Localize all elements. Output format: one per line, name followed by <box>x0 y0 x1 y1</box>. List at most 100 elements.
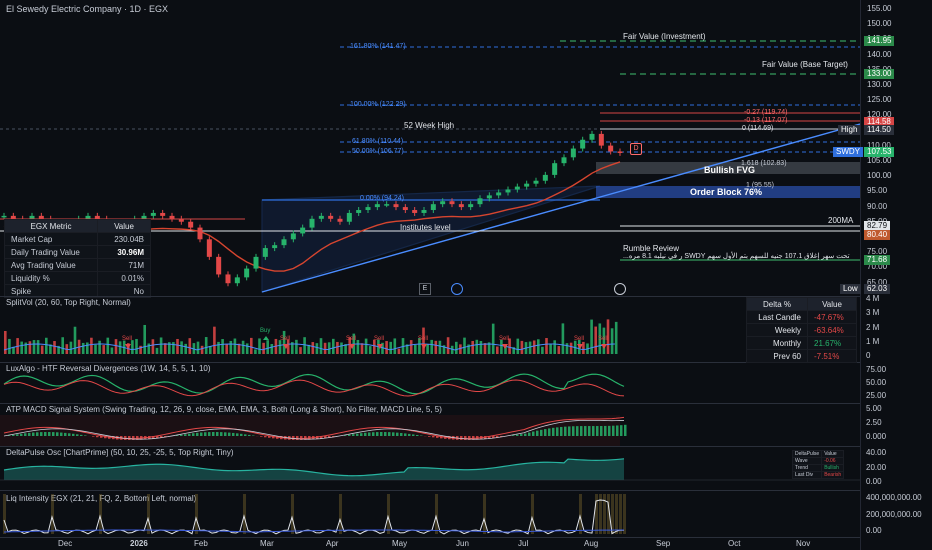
time-label: Jun <box>456 539 469 548</box>
macd-histogram-bar <box>60 432 63 436</box>
volume-bar <box>225 344 228 354</box>
splitvol-chart[interactable]: Sell Buy Sell Sell Sell Sell Sell Sell Sell <box>0 296 860 362</box>
tag-fair-base: 133.00 <box>864 69 895 79</box>
candle <box>244 268 250 278</box>
macd-histogram-bar <box>524 433 527 436</box>
candle <box>234 277 240 284</box>
deltapulse-chart[interactable] <box>0 446 860 490</box>
candle <box>617 151 623 153</box>
lux-axis-label: 75.00 <box>866 365 887 374</box>
volume-bar <box>434 340 438 354</box>
volume-bar <box>135 338 138 354</box>
candle <box>169 215 175 219</box>
candle <box>505 189 511 193</box>
price-axis-label: 95.00 <box>867 186 888 196</box>
volume-bar <box>532 340 536 354</box>
volume-bar <box>172 342 175 354</box>
macd-histogram-bar <box>72 433 75 436</box>
macd-histogram-bar <box>52 432 55 436</box>
candle <box>150 212 156 216</box>
tag-high-label: High <box>838 125 861 135</box>
tag-rumble: 71.68 <box>864 255 891 265</box>
delta-row-label: Weekly <box>746 323 808 337</box>
dp-axis-label: 40.00 <box>866 448 887 457</box>
tag-low: 62.03 <box>864 284 891 294</box>
macd-histogram-bar <box>616 425 619 436</box>
time-axis[interactable]: Dec 2026 Feb Mar Apr May Jun Jul Aug Sep… <box>0 537 860 550</box>
rumble-text: ...ر في نيلبه 8.1 مره SWDY تحت سهر إغلاق… <box>623 253 850 260</box>
split-marker-icon[interactable] <box>614 283 626 295</box>
macd-histogram-bar <box>208 432 211 436</box>
volume-bar <box>278 340 282 354</box>
volume-bar <box>565 343 569 354</box>
macd-histogram-bar <box>372 432 375 436</box>
liq-highlight-band <box>147 494 150 534</box>
volume-bar <box>475 339 479 354</box>
dp-axis-label: 20.00 <box>866 463 887 472</box>
volume-bar <box>545 338 548 354</box>
sell-signal-label: Sell <box>574 336 584 342</box>
volume-bar <box>90 337 93 354</box>
candle <box>225 274 231 284</box>
time-label: Sep <box>656 539 671 548</box>
macd-histogram-bar <box>248 434 251 436</box>
volume-bar <box>213 326 216 354</box>
volume-bar <box>20 341 23 354</box>
macd-histogram-bar <box>184 434 187 436</box>
volume-bar <box>307 344 310 354</box>
volume-bar <box>446 337 450 354</box>
dividend-marker-icon[interactable] <box>451 283 463 295</box>
macd-histogram-bar <box>392 432 395 436</box>
macd-chart[interactable] <box>0 403 860 446</box>
fib-neg27-label: -0.27 (119.74) <box>744 109 788 116</box>
macd-histogram-bar <box>620 425 623 436</box>
volume-bar <box>28 341 32 354</box>
candle <box>430 204 436 211</box>
earnings-marker[interactable]: E <box>419 283 431 295</box>
price-axis-label: 100.00 <box>867 171 892 181</box>
volume-bar <box>147 343 151 354</box>
macd-histogram-bar <box>80 434 83 436</box>
macd-histogram-bar <box>608 425 611 436</box>
volume-bar <box>270 344 274 354</box>
volume-bar <box>200 345 204 354</box>
volume-bar <box>385 341 388 354</box>
candle <box>160 212 166 216</box>
macd-histogram-bar <box>416 434 419 436</box>
macd-histogram-bar <box>20 433 23 436</box>
macd-histogram-bar <box>240 433 243 436</box>
tag-high: 114.50 <box>864 125 894 135</box>
price-axis-label: 105.00 <box>867 156 892 165</box>
delta-table: Delta % Value Last Candle -47.67% Weekly -… <box>746 297 857 363</box>
candle <box>412 210 418 213</box>
liq-highlight-band <box>483 494 486 534</box>
luxalgo-chart[interactable] <box>0 362 860 403</box>
macd-histogram-bar <box>428 436 431 437</box>
volume-bar <box>241 340 245 354</box>
macd-histogram-bar <box>16 434 19 436</box>
volume-bar <box>53 341 56 354</box>
volume-bar <box>196 341 200 354</box>
price-axis-label: 150.00 <box>867 19 892 29</box>
macd-histogram-bar <box>376 432 379 436</box>
candle <box>570 148 576 158</box>
sell-signal-label: Sell <box>122 336 132 342</box>
macd-histogram-bar <box>560 426 563 436</box>
macd-axis-label: 0.000 <box>866 432 887 441</box>
macd-histogram-bar <box>556 427 559 436</box>
macd-histogram-bar <box>516 434 519 436</box>
volume-bar <box>557 346 561 354</box>
volume-bar <box>315 343 319 354</box>
time-label: Feb <box>194 539 208 548</box>
macd-histogram-bar <box>600 426 603 436</box>
liq-chart[interactable] <box>0 490 860 537</box>
d-marker[interactable]: D <box>630 143 642 155</box>
egx-row-label: Daily Trading Value <box>4 245 98 259</box>
volume-bar <box>614 321 618 354</box>
macd-histogram-bar <box>624 424 627 436</box>
volume-bar <box>389 341 392 354</box>
volume-bar <box>106 337 110 354</box>
macd-histogram-bar <box>604 425 607 436</box>
macd-histogram-bar <box>76 434 79 436</box>
volume-bar <box>180 341 183 354</box>
